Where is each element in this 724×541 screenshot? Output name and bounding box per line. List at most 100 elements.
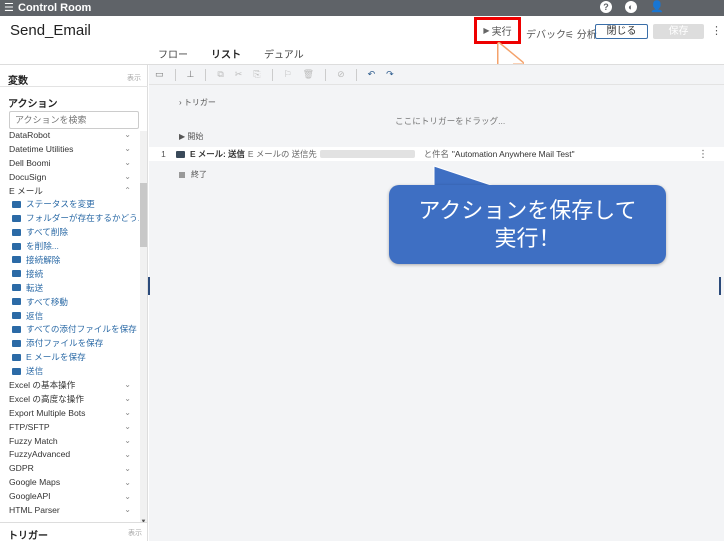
package-fuzzy-match[interactable]: Fuzzy Match ⌄: [0, 434, 139, 448]
package-fuzzy-advanced[interactable]: FuzzyAdvanced ⌄: [0, 447, 139, 461]
callout-line-2: 実行！: [494, 225, 561, 251]
trigger-row[interactable]: › トリガー: [179, 97, 724, 108]
undo-icon[interactable]: ↶: [368, 69, 376, 80]
package-datetime-utilities[interactable]: Datetime Utilities ⌄: [0, 142, 139, 156]
action-item[interactable]: すべて削除: [0, 225, 139, 239]
action-item[interactable]: E メールを保存: [0, 350, 139, 364]
user-icon[interactable]: 👤: [650, 1, 664, 13]
action-search-input[interactable]: [9, 111, 139, 129]
delete-icon[interactable]: 🗑: [303, 69, 314, 80]
action-item[interactable]: 添付ファイルを保存: [0, 336, 139, 350]
trigger-drop-zone[interactable]: ここにトリガーをドラッグ...: [395, 115, 505, 127]
email-action-icon: [12, 353, 21, 361]
variables-title: 変数: [8, 76, 28, 87]
action-label: フォルダーが存在するかどう...: [26, 213, 139, 224]
action-label: を削除...: [26, 241, 59, 252]
cut-icon[interactable]: ✂: [235, 69, 243, 80]
debug-button[interactable]: デバック: [526, 26, 566, 41]
bot-title: Send_Email: [10, 22, 91, 39]
scrollbar-thumb[interactable]: [140, 183, 147, 247]
left-panel-resize-handle[interactable]: [148, 277, 150, 295]
left-panel: 変数 表示 アクション DataRobot ⌄ Datetime Utilitie…: [0, 65, 148, 541]
paste-icon[interactable]: ⎘: [253, 69, 260, 80]
package-dell-boomi[interactable]: Dell Boomi ⌄: [0, 156, 139, 170]
action-item[interactable]: 返信: [0, 309, 139, 323]
insert-icon[interactable]: ⊥: [187, 69, 195, 80]
action-line-1[interactable]: 1 E メール: 送信 E メールの 送信先 と件名 "Automation A…: [149, 147, 724, 161]
divider: [325, 68, 327, 81]
end-label: 終了: [191, 170, 207, 179]
action-item[interactable]: 接続: [0, 267, 139, 281]
triggers-toggle[interactable]: 表示: [128, 528, 142, 538]
hamburger-icon[interactable]: ☰: [4, 0, 18, 16]
action-item[interactable]: を削除...: [0, 239, 139, 253]
package-label: Google Maps: [9, 477, 61, 488]
action-item[interactable]: フォルダーが存在するかどう...: [0, 211, 139, 225]
more-options-icon[interactable]: ⋮: [711, 24, 722, 39]
action-label: E メールを保存: [26, 352, 86, 363]
action-item[interactable]: 転送: [0, 281, 139, 295]
action-list-scrollbar[interactable]: ▼: [140, 131, 147, 525]
package-label: Dell Boomi: [9, 157, 51, 168]
package-gdpr[interactable]: GDPR ⌄: [0, 461, 139, 475]
right-panel-resize-handle[interactable]: [719, 277, 721, 295]
disable-icon[interactable]: ⊘: [337, 69, 345, 80]
package-ftp-sftp[interactable]: FTP/SFTP ⌄: [0, 420, 139, 434]
end-row: 終了: [179, 169, 207, 180]
close-button[interactable]: 閉じる: [595, 24, 648, 39]
package-datarobot[interactable]: DataRobot ⌄: [0, 131, 139, 142]
save-button[interactable]: 保存: [653, 24, 704, 39]
chevron-down-icon: ⌄: [124, 158, 131, 168]
action-item[interactable]: 接続解除: [0, 253, 139, 267]
globe-icon[interactable]: ◐: [625, 1, 637, 13]
email-action-icon: [12, 284, 21, 292]
email-action-icon: [12, 298, 21, 306]
action-description: E メールの 送信先: [247, 149, 317, 159]
action-label: 接続: [26, 268, 44, 279]
line-more-icon[interactable]: ⋮: [698, 149, 708, 160]
action-item[interactable]: ステータスを変更: [0, 197, 139, 211]
divider: [0, 86, 148, 87]
help-icon[interactable]: ?: [600, 1, 612, 13]
action-label: ステータスを変更: [26, 199, 95, 210]
variables-toggle[interactable]: 表示: [127, 73, 141, 83]
package-label: Excel の基本操作: [9, 379, 76, 390]
action-label: 返信: [26, 310, 44, 321]
record-icon[interactable]: ▭: [155, 69, 164, 80]
package-label: DataRobot: [9, 131, 51, 140]
package-label: Export Multiple Bots: [9, 407, 86, 418]
package-excel-basic[interactable]: Excel の基本操作 ⌄: [0, 378, 139, 392]
redo-icon[interactable]: ↷: [386, 69, 394, 80]
package-google-maps[interactable]: Google Maps ⌄: [0, 475, 139, 489]
chevron-down-icon: ⌄: [124, 144, 131, 154]
package-label: E メール: [9, 185, 43, 196]
enable-icon[interactable]: ⚐: [284, 69, 292, 80]
start-icon: ▶: [179, 132, 186, 141]
package-excel-advanced[interactable]: Excel の高度な操作 ⌄: [0, 392, 139, 406]
action-item[interactable]: すべての添付ファイルを保存: [0, 322, 139, 336]
analyze-button[interactable]: ⚟ 分析: [565, 26, 597, 41]
email-action-icon: [12, 325, 21, 333]
email-action-icon: [12, 256, 21, 264]
line-number: 1: [161, 149, 166, 159]
package-html-parser[interactable]: HTML Parser ⌄: [0, 503, 139, 517]
email-action-icon: [12, 367, 21, 375]
chevron-down-icon: ⌄: [124, 505, 131, 515]
actions-title: アクション: [8, 99, 58, 110]
action-label: すべて移動: [26, 296, 69, 307]
redacted-recipient: [319, 150, 415, 158]
copy-icon[interactable]: ⧉: [217, 69, 223, 80]
action-label: 送信: [26, 366, 44, 377]
package-export-multiple-bots[interactable]: Export Multiple Bots ⌄: [0, 406, 139, 420]
action-item[interactable]: 送信: [0, 364, 139, 378]
package-googleapi[interactable]: GoogleAPI ⌄: [0, 489, 139, 503]
email-action-icon: [12, 200, 21, 208]
action-item[interactable]: すべて移動: [0, 295, 139, 309]
stop-icon: [179, 171, 185, 178]
package-email[interactable]: E メール ⌃: [0, 184, 139, 198]
chevron-down-icon: ⌄: [124, 477, 131, 487]
package-label: FTP/SFTP: [9, 421, 50, 432]
divider: [205, 68, 207, 81]
play-icon: ▶: [483, 26, 490, 35]
package-docusign[interactable]: DocuSign ⌄: [0, 170, 139, 184]
